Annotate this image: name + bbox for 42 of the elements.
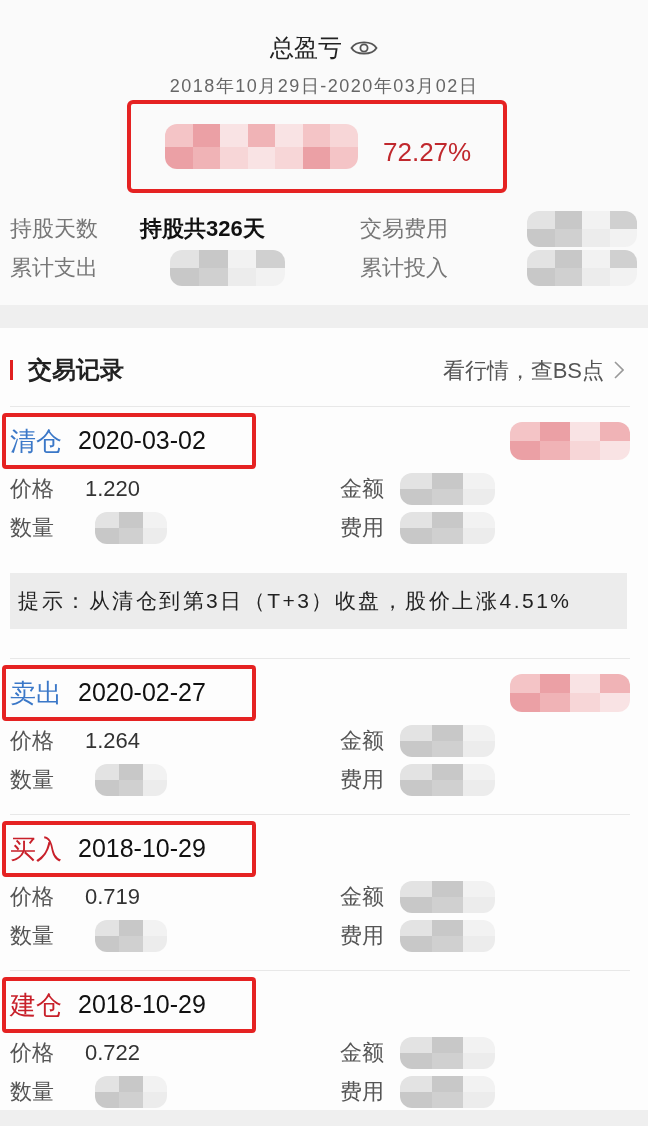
- field-label: 费用: [340, 766, 385, 794]
- field-label: 数量: [10, 922, 55, 950]
- chevron-right-icon: [614, 361, 624, 379]
- field-label: 费用: [340, 514, 385, 542]
- trade-date: 2018-10-29: [78, 833, 206, 865]
- field-label: 价格: [10, 475, 55, 503]
- field-label: 价格: [10, 727, 55, 755]
- trade-date: 2018-10-29: [78, 989, 206, 1021]
- date-range: 2018年10月29日-2020年03月02日: [169, 75, 479, 98]
- trade-type: 清仓: [10, 424, 62, 458]
- stat-value: 持股共326天: [140, 215, 265, 243]
- field-value: 1.264: [85, 727, 141, 755]
- field-label: 价格: [10, 1039, 55, 1067]
- trade-type: 建仓: [10, 988, 62, 1022]
- field-label: 金额: [340, 883, 385, 911]
- field-label: 数量: [10, 514, 55, 542]
- trade-date: 2020-02-27: [78, 677, 206, 709]
- field-label: 金额: [340, 727, 385, 755]
- stat-label: 持股天数: [10, 215, 99, 243]
- field-label: 数量: [10, 766, 55, 794]
- field-label: 费用: [340, 1078, 385, 1106]
- stat-label: 交易费用: [360, 215, 449, 243]
- field-label: 价格: [10, 883, 55, 911]
- field-label: 数量: [10, 1078, 55, 1106]
- trade-date: 2020-03-02: [78, 425, 206, 457]
- field-label: 金额: [340, 1039, 385, 1067]
- field-label: 金额: [340, 475, 385, 503]
- field-value: 0.722: [85, 1039, 141, 1067]
- field-label: 费用: [340, 922, 385, 950]
- trade-type: 卖出: [10, 676, 62, 710]
- trade-type: 买入: [10, 832, 62, 866]
- stat-label: 累计支出: [10, 254, 99, 282]
- return-rate: 72.27%: [383, 136, 472, 169]
- market-link[interactable]: 看行情，查BS点: [442, 353, 624, 387]
- stat-label: 累计投入: [360, 254, 449, 282]
- total-profit-title: 总盈亏: [270, 33, 342, 63]
- field-value: 0.719: [85, 883, 141, 911]
- eye-icon[interactable]: [350, 39, 378, 57]
- accent-bar: [10, 360, 13, 380]
- field-value: 1.220: [85, 475, 141, 503]
- hint-banner: 提示：从清仓到第3日（T+3）收盘，股价上涨4.51%: [10, 573, 627, 629]
- section-title: 交易记录: [28, 355, 124, 385]
